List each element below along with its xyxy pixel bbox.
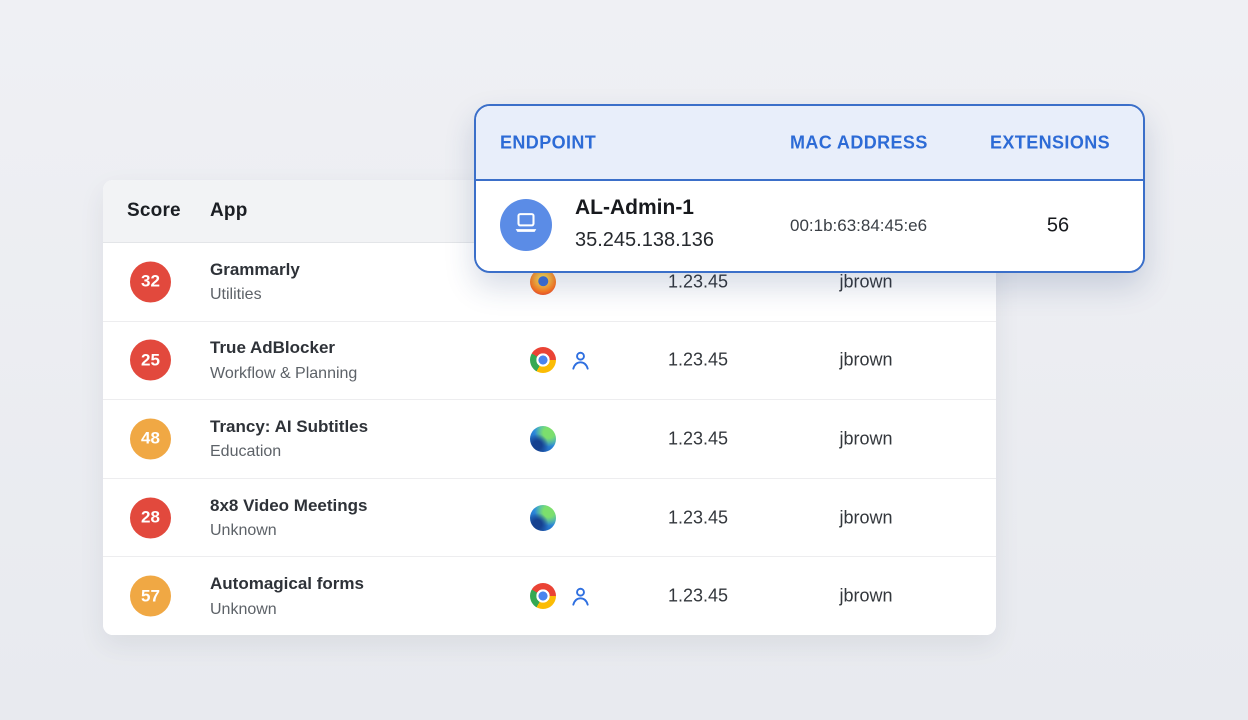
app-name-cell: Trancy: AI Subtitles Education xyxy=(210,414,368,464)
version-cell: 1.23.45 xyxy=(633,271,763,292)
app-name: Trancy: AI Subtitles xyxy=(210,414,368,440)
chrome-icon xyxy=(530,347,556,373)
column-header-score: Score xyxy=(127,200,181,222)
version-cell: 1.23.45 xyxy=(633,350,763,371)
version-cell: 1.23.45 xyxy=(633,507,763,528)
table-row[interactable]: 48 Trancy: AI Subtitles Education 1.23.4… xyxy=(103,399,996,478)
score-badge: 25 xyxy=(130,340,171,381)
app-name-cell: 8x8 Video Meetings Unknown xyxy=(210,493,367,543)
user-cell: jbrown xyxy=(803,350,929,371)
endpoint-extensions-count: 56 xyxy=(990,215,1126,238)
browser-icons-cell xyxy=(530,583,592,609)
app-name-cell: True AdBlocker Workflow & Planning xyxy=(210,336,357,386)
app-name-cell: Grammarly Utilities xyxy=(210,257,300,307)
score-badge: 57 xyxy=(130,576,171,617)
app-name: True AdBlocker xyxy=(210,336,357,362)
user-icon xyxy=(569,585,592,608)
user-cell: jbrown xyxy=(803,271,929,292)
endpoint-name: AL-Admin-1 xyxy=(575,192,714,225)
column-header-extensions: EXTENSIONS xyxy=(990,132,1110,153)
version-cell: 1.23.45 xyxy=(633,586,763,607)
endpoint-mac-address: 00:1b:63:84:45:e6 xyxy=(790,216,927,236)
browser-icons-cell xyxy=(530,347,592,373)
app-name-cell: Automagical forms Unknown xyxy=(210,571,364,621)
user-cell: jbrown xyxy=(803,507,929,528)
user-cell: jbrown xyxy=(803,428,929,449)
app-name: 8x8 Video Meetings xyxy=(210,493,367,519)
user-cell: jbrown xyxy=(803,586,929,607)
app-name: Grammarly xyxy=(210,257,300,283)
endpoint-row[interactable]: AL-Admin-1 35.245.138.136 00:1b:63:84:45… xyxy=(476,181,1143,271)
endpoint-card-header: ENDPOINT MAC ADDRESS EXTENSIONS xyxy=(476,106,1143,181)
edge-icon xyxy=(530,505,556,531)
table-row[interactable]: 25 True AdBlocker Workflow & Planning 1.… xyxy=(103,321,996,400)
table-row[interactable]: 57 Automagical forms Unknown 1.23.45 jbr… xyxy=(103,556,996,635)
laptop-icon xyxy=(511,208,541,243)
version-cell: 1.23.45 xyxy=(633,428,763,449)
page-background: Score App 32 Grammarly Utilities 1.23.45… xyxy=(0,0,1248,720)
endpoint-card: ENDPOINT MAC ADDRESS EXTENSIONS AL-Admin… xyxy=(474,104,1145,273)
app-category: Unknown xyxy=(210,598,364,621)
table-row[interactable]: 28 8x8 Video Meetings Unknown 1.23.45 jb… xyxy=(103,478,996,557)
browser-icons-cell xyxy=(530,426,556,452)
endpoint-avatar xyxy=(500,199,552,251)
column-header-endpoint: ENDPOINT xyxy=(500,132,596,153)
app-category: Education xyxy=(210,441,368,464)
edge-icon xyxy=(530,426,556,452)
app-name: Automagical forms xyxy=(210,571,364,597)
chrome-icon xyxy=(530,583,556,609)
endpoint-name-cell: AL-Admin-1 35.245.138.136 xyxy=(575,192,714,255)
app-category: Workflow & Planning xyxy=(210,362,357,385)
browser-icons-cell xyxy=(530,505,556,531)
score-badge: 48 xyxy=(130,418,171,459)
column-header-mac-address: MAC ADDRESS xyxy=(790,132,928,153)
app-category: Unknown xyxy=(210,519,367,542)
endpoint-ip: 35.245.138.136 xyxy=(575,225,714,255)
user-icon xyxy=(569,349,592,372)
score-badge: 28 xyxy=(130,497,171,538)
column-header-app: App xyxy=(210,200,248,222)
score-badge: 32 xyxy=(130,261,171,302)
app-category: Utilities xyxy=(210,283,300,306)
